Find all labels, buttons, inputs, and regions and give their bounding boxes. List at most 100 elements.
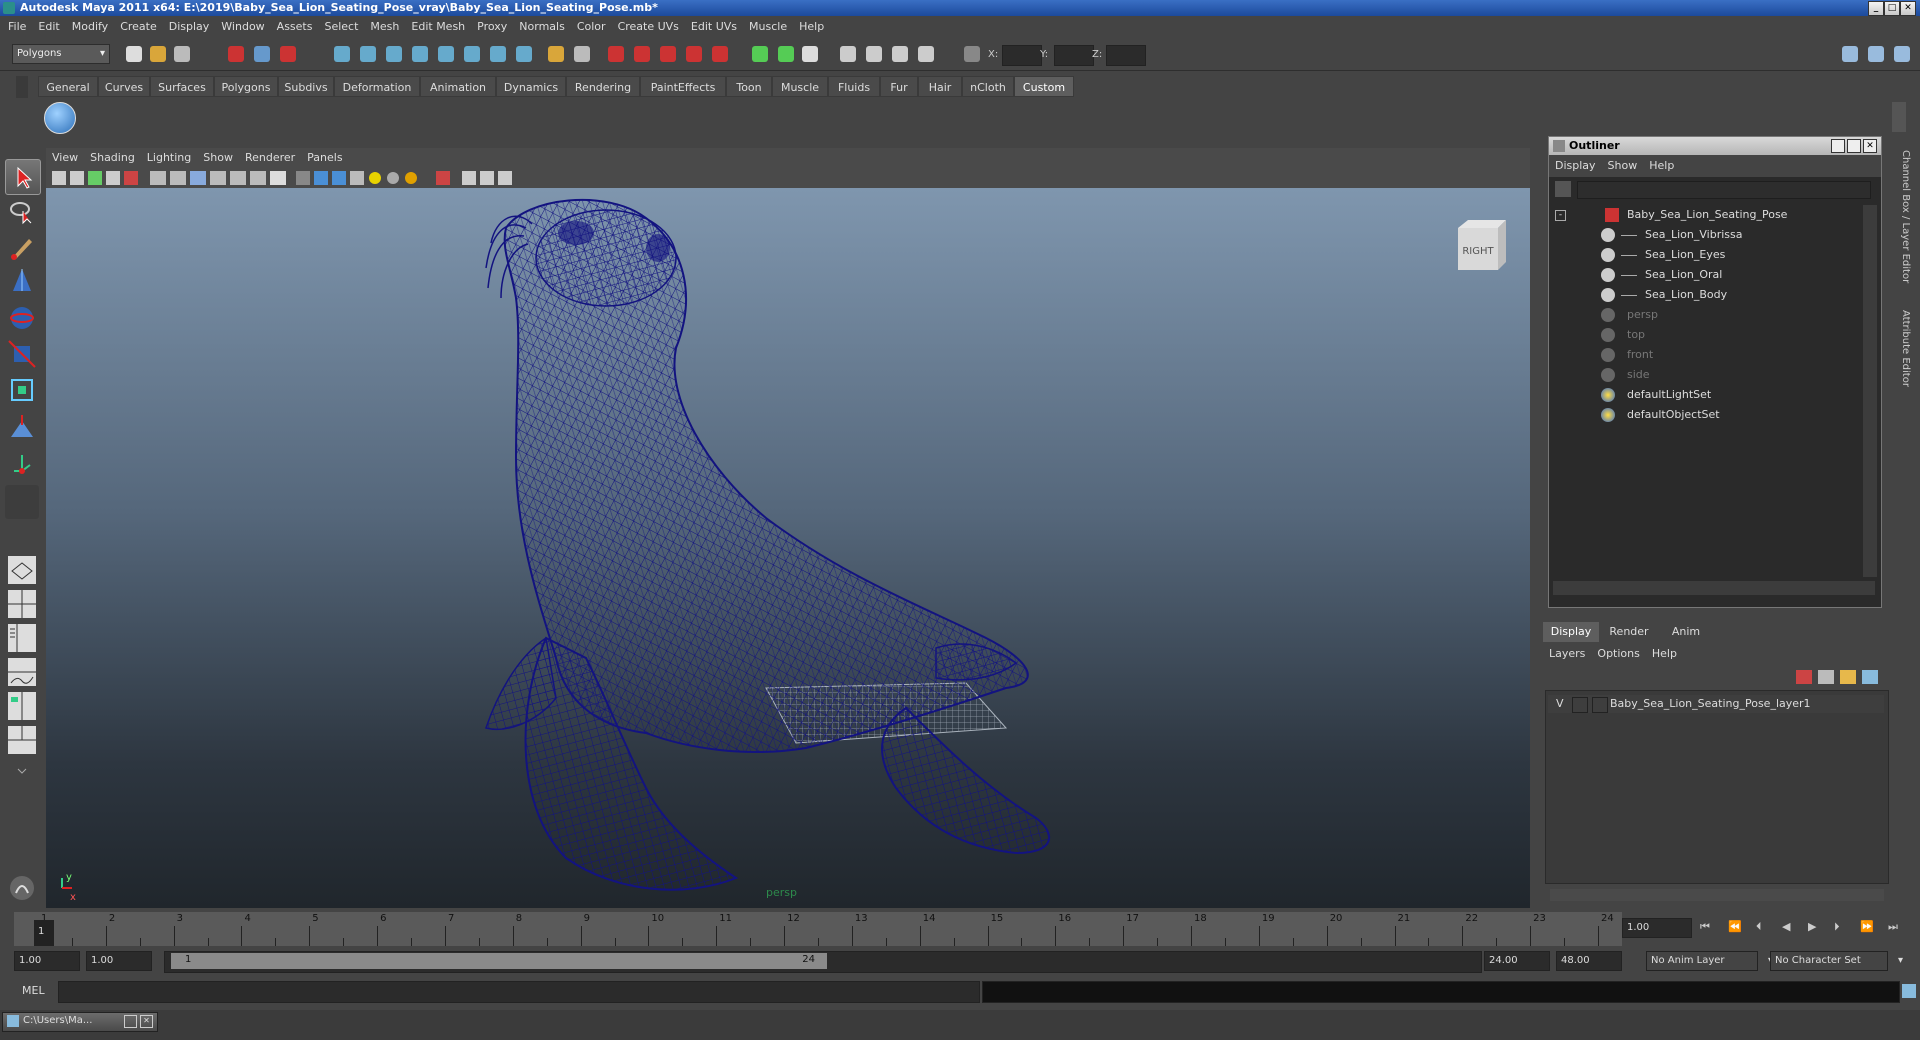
step-forward-frame-icon[interactable]: ⏵: [1834, 920, 1840, 934]
outliner-item[interactable]: side: [1551, 365, 1861, 385]
range-slider-track[interactable]: 1 24: [164, 951, 1482, 973]
outliner-minimize-icon[interactable]: [1831, 139, 1845, 153]
layout-hypershade-persp-icon[interactable]: [5, 689, 39, 723]
collapse-toggle-icon[interactable]: -: [1555, 210, 1566, 221]
outliner-close-icon[interactable]: ✕: [1863, 139, 1877, 153]
last-tool-used-icon[interactable]: [5, 485, 39, 519]
open-scene-icon[interactable]: [148, 44, 168, 64]
playback-end-field[interactable]: 24.00: [1484, 951, 1550, 971]
outliner-item[interactable]: defaultLightSet: [1551, 385, 1861, 405]
paint-select-tool-icon[interactable]: [5, 231, 39, 265]
viewport-menu-renderer[interactable]: Renderer: [239, 148, 301, 168]
step-back-frame-icon[interactable]: ⏴: [1756, 920, 1762, 934]
select-hierarchy-icon[interactable]: [226, 44, 246, 64]
select-object-icon[interactable]: [252, 44, 272, 64]
viewport-menu-lighting[interactable]: Lighting: [141, 148, 197, 168]
menu-select[interactable]: Select: [318, 16, 364, 38]
time-slider[interactable]: 1 2 3 4 5 6 7 8 9 10 11 12 13 14 15 16 17 18 19 20 21 22 23 24 …: [14, 912, 1622, 946]
x-field[interactable]: [1002, 45, 1042, 66]
animation-end-field[interactable]: 48.00: [1556, 951, 1622, 971]
tab-subdivs[interactable]: Subdivs: [278, 76, 334, 97]
outliner-menu-show[interactable]: Show: [1602, 155, 1644, 177]
tab-hair[interactable]: Hair: [918, 76, 962, 97]
current-time-marker[interactable]: 1: [34, 920, 54, 946]
outliner-filter-field[interactable]: [1577, 181, 1871, 199]
snap-grid-icon[interactable]: [332, 44, 352, 64]
go-to-end-icon[interactable]: ⏭: [1888, 920, 1898, 934]
render-icon[interactable]: [606, 44, 626, 64]
layout-persp-graph-icon[interactable]: [5, 655, 39, 689]
input-ops-icon[interactable]: [750, 44, 770, 64]
channel-box-toggle-icon[interactable]: [1866, 44, 1886, 64]
tab-curves[interactable]: Curves: [98, 76, 150, 97]
menu-create[interactable]: Create: [114, 16, 163, 38]
outliner-item[interactable]: defaultObjectSet: [1551, 405, 1861, 425]
menu-edit[interactable]: Edit: [32, 16, 65, 38]
tab-custom[interactable]: Custom: [1014, 76, 1074, 97]
tab-polygons[interactable]: Polygons: [214, 76, 278, 97]
outliner-item[interactable]: Sea_Lion_Vibrissa: [1551, 225, 1861, 245]
command-input[interactable]: [58, 981, 980, 1003]
outliner-maximize-icon[interactable]: [1847, 139, 1861, 153]
layer-color-swatch[interactable]: [1592, 697, 1608, 713]
viewport-menu-show[interactable]: Show: [197, 148, 239, 168]
outliner-item[interactable]: front: [1551, 345, 1861, 365]
toggle-sidebar-icon[interactable]: [1840, 44, 1860, 64]
lasso-tool-icon[interactable]: [5, 195, 39, 229]
menu-window[interactable]: Window: [215, 16, 270, 38]
tab-ncloth[interactable]: nCloth: [962, 76, 1014, 97]
move-layer-up-icon[interactable]: [1840, 670, 1856, 684]
snap-live-icon[interactable]: [462, 44, 482, 64]
ipr-render-icon[interactable]: [632, 44, 652, 64]
minimize-button[interactable]: _: [1868, 1, 1884, 16]
z-field[interactable]: [1106, 45, 1146, 66]
help-icon[interactable]: [514, 44, 534, 64]
viewport-menu-shading[interactable]: Shading: [84, 148, 141, 168]
new-layer-selected-icon[interactable]: [1818, 670, 1834, 684]
layer-menu-options[interactable]: Options: [1591, 643, 1645, 665]
character-set-dropdown[interactable]: No Character Set ▾: [1770, 951, 1903, 971]
play-backward-icon[interactable]: ◀: [1782, 920, 1790, 933]
clipboard-icon[interactable]: [800, 44, 820, 64]
outliner-item[interactable]: Sea_Lion_Eyes: [1551, 245, 1861, 265]
show-manipulator-icon[interactable]: [5, 447, 39, 481]
layer-row[interactable]: V Baby_Sea_Lion_Seating_Pose_layer1: [1548, 695, 1884, 713]
render-settings-icon[interactable]: [658, 44, 678, 64]
menu-edit-mesh[interactable]: Edit Mesh: [405, 16, 471, 38]
channel-box-side-tab[interactable]: Channel Box / Layer Editor: [1900, 150, 1911, 283]
tab-painteffects[interactable]: PaintEffects: [640, 76, 726, 97]
menu-color[interactable]: Color: [571, 16, 612, 38]
select-component-icon[interactable]: [278, 44, 298, 64]
soft-modification-icon[interactable]: [5, 411, 39, 445]
layer-menu-help[interactable]: Help: [1646, 643, 1683, 665]
new-layer-icon[interactable]: [1796, 670, 1812, 684]
layer-type-toggle[interactable]: [1572, 697, 1588, 713]
render-globals-icon[interactable]: [916, 44, 936, 64]
layer-visibility-toggle[interactable]: V: [1556, 695, 1564, 713]
lock-icon[interactable]: [546, 44, 566, 64]
shelf-scroll-arrows[interactable]: [1892, 102, 1906, 132]
close-icon[interactable]: ✕: [140, 1015, 153, 1028]
y-field[interactable]: [1054, 45, 1094, 66]
menu-file[interactable]: File: [0, 16, 32, 38]
tab-deformation[interactable]: Deformation: [334, 76, 420, 97]
layer-tab-anim[interactable]: Anim: [1659, 622, 1713, 642]
script-editor-icon[interactable]: [1902, 984, 1916, 998]
outliner-vertical-scrollbar[interactable]: [1863, 205, 1877, 577]
outliner-item[interactable]: Sea_Lion_Oral: [1551, 265, 1861, 285]
outliner-horizontal-scrollbar[interactable]: [1553, 581, 1875, 595]
layer-tab-render[interactable]: Render: [1601, 622, 1657, 642]
menu-assets[interactable]: Assets: [271, 16, 319, 38]
render-seq-icon[interactable]: [864, 44, 884, 64]
menu-edit-uvs[interactable]: Edit UVs: [685, 16, 743, 38]
render-view-icon[interactable]: [710, 44, 730, 64]
viewport-menu-panels[interactable]: Panels: [301, 148, 348, 168]
layer-horizontal-scrollbar[interactable]: [1550, 889, 1884, 901]
outliner-menu-help[interactable]: Help: [1643, 155, 1680, 177]
outliner-item[interactable]: top: [1551, 325, 1861, 345]
anim-layer-dropdown[interactable]: No Anim Layer ▾: [1646, 951, 1773, 971]
minimized-explorer-window[interactable]: C:\Users\Ma... ✕: [2, 1012, 158, 1032]
step-back-key-icon[interactable]: ⏪: [1728, 920, 1742, 933]
menu-create-uvs[interactable]: Create UVs: [612, 16, 685, 38]
perspective-viewport[interactable]: RIGHT y x persp: [46, 188, 1530, 908]
